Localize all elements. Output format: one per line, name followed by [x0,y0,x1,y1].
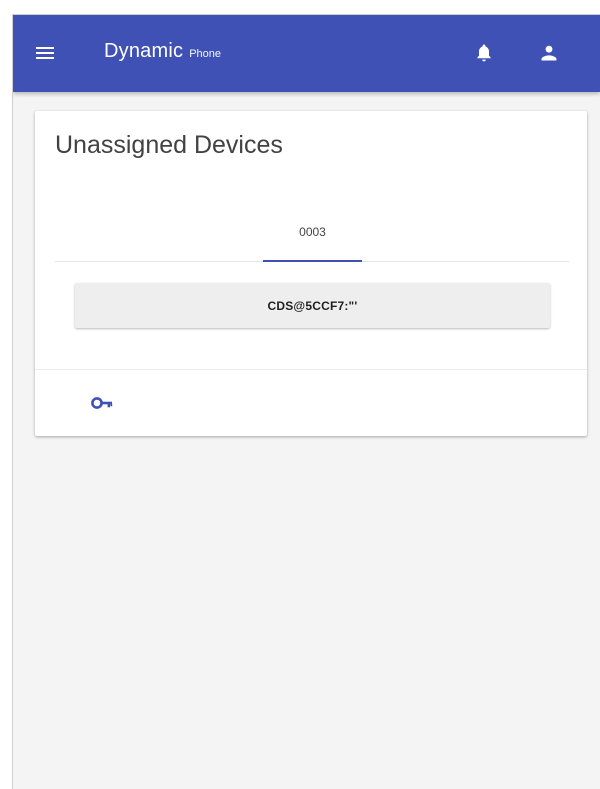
app-title-main: Dynamic [104,40,184,62]
notifications-button[interactable] [472,41,496,65]
tab-active-indicator [263,260,362,262]
app-title: Dynamic Phone [104,40,221,63]
tab-0003[interactable]: 0003 [263,211,362,262]
device-button[interactable]: CDS@5CCF7:"' [75,283,550,328]
app-title-subtitle: Phone [189,48,222,60]
user-icon [541,45,557,61]
device-button-label: CDS@5CCF7:"' [267,298,358,313]
key-button[interactable] [89,390,115,416]
unassigned-devices-card: Unassigned Devices 0003 CDS@5CCF7:"' [35,111,587,436]
key-icon [91,397,113,409]
account-button[interactable] [537,41,561,65]
tab-label: 0003 [299,225,326,239]
bell-icon [477,44,491,62]
menu-button[interactable] [33,41,57,65]
card-title: Unassigned Devices [55,131,283,159]
tab-bar: 0003 [55,211,569,262]
menu-icon [36,47,54,59]
card-divider [35,369,587,370]
app-window: Dynamic Phone Unassigned Devices 0003 CD… [12,14,600,789]
app-toolbar: Dynamic Phone [13,15,600,92]
